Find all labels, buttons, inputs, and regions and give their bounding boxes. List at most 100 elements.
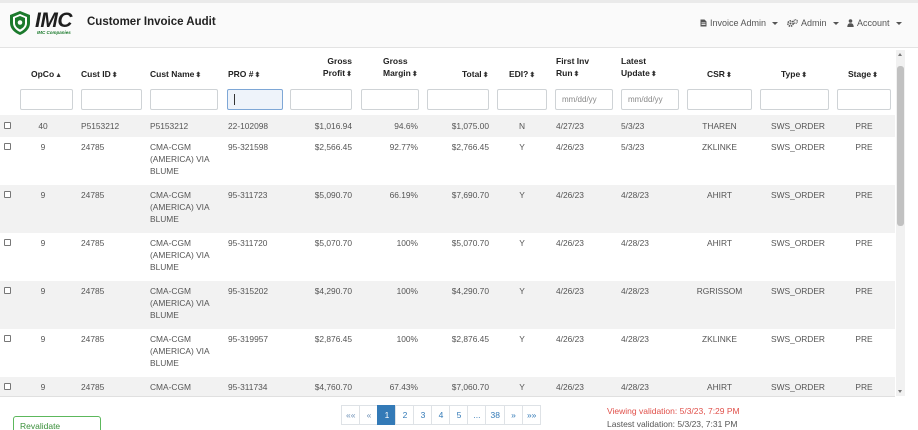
col-header-cust-name[interactable]: Cust Name⬍ (150, 68, 201, 82)
row-checkbox[interactable] (4, 239, 11, 246)
sort-icon: ⬍ (650, 71, 657, 78)
row-checkbox[interactable] (4, 335, 11, 342)
col-header-cust-id[interactable]: Cust ID⬍ (81, 68, 118, 82)
cell-gross-margin: 67.43% (389, 382, 418, 392)
cell-cust-id: P5153212 (81, 121, 120, 131)
cell-cust-id: 24785 (81, 286, 105, 296)
filter-gross-profit-input[interactable] (290, 89, 352, 110)
cell-cust-name: CMA-CGM (150, 334, 191, 344)
row-checkbox[interactable] (4, 287, 11, 294)
cell-stage: PRE (855, 121, 873, 131)
col-header-pro[interactable]: PRO #⬍ (228, 68, 260, 82)
cell-total: $2,876.45 (451, 334, 489, 344)
col-header-latest-update[interactable]: Latest Update⬍ (621, 55, 657, 81)
page-3-button[interactable]: 3 (413, 405, 433, 425)
filter-edi-input[interactable] (497, 89, 547, 110)
table-row[interactable]: 9 24785 CMA-CGM (AMERICA) VIA BLUME 95-3… (0, 281, 895, 329)
col-header-total[interactable]: Total⬍ (462, 68, 489, 82)
col-header-edi[interactable]: EDI?⬍ (509, 68, 535, 82)
sort-icon: ⬍ (346, 71, 352, 78)
col-header-first-inv-run[interactable]: First Inv Run⬍ (556, 55, 589, 81)
top-navbar: IMC IMC Companies Customer Invoice Audit… (0, 0, 918, 48)
row-checkbox[interactable] (4, 191, 11, 198)
cell-latest-update: 5/3/23 (621, 121, 645, 131)
cell-pro: 95-311720 (228, 238, 268, 248)
chevron-down-icon (772, 21, 779, 25)
scrollbar-thumb[interactable] (897, 66, 904, 226)
cell-type: SWS_ORDER (771, 190, 825, 200)
cell-opco: 9 (40, 334, 46, 344)
nav-admin[interactable]: Admin (787, 18, 839, 28)
table-row[interactable]: 9 24785 CMA-CGM 95-311734 $4,760.70 67.4… (0, 377, 895, 396)
col-header-type[interactable]: Type⬍ (781, 68, 807, 82)
table-row[interactable]: 9 24785 CMA-CGM (AMERICA) VIA BLUME 95-3… (0, 233, 895, 281)
page-1-button[interactable]: 1 (377, 405, 397, 425)
grid-scrollbar[interactable] (896, 50, 905, 396)
col-header-gross-profit[interactable]: Gross Profit⬍ (318, 55, 352, 81)
cell-latest-update: 4/28/23 (621, 190, 649, 200)
cell-cust-id: 24785 (81, 334, 105, 344)
nav-account[interactable]: Account (847, 18, 902, 28)
filter-latest-update-input[interactable]: mm/dd/yy (621, 89, 679, 110)
chevron-down-icon (832, 21, 839, 25)
filter-type-input[interactable] (760, 89, 829, 110)
cell-csr: AHIRT (707, 238, 732, 248)
cell-gross-profit: $1,016.94 (314, 121, 352, 131)
nav-invoice-admin[interactable]: Invoice Admin (700, 18, 779, 28)
filter-cust-name-input[interactable] (150, 89, 218, 110)
cell-cust-name: CMA-CGM (150, 190, 191, 200)
table-row[interactable]: 9 24785 CMA-CGM (AMERICA) VIA BLUME 95-3… (0, 137, 895, 185)
table-row[interactable]: 40 P5153212 P5153212 22-102098 $1,016.94… (0, 115, 895, 137)
page-last-button[interactable]: »» (521, 405, 542, 425)
company-logo[interactable]: IMC IMC Companies (8, 8, 78, 40)
cell-total: $2,766.45 (451, 142, 489, 152)
cell-gross-profit: $4,290.70 (314, 286, 352, 296)
col-header-stage[interactable]: Stage⬍ (848, 68, 878, 82)
cell-cust-name-line2: (AMERICA) VIA (150, 202, 210, 212)
cell-opco: 9 (40, 190, 46, 200)
row-checkbox[interactable] (4, 122, 11, 129)
cell-first-inv-run: 4/26/23 (556, 142, 584, 152)
filter-opco-input[interactable] (20, 89, 73, 110)
cell-csr: AHIRT (707, 190, 732, 200)
page-4-button[interactable]: 4 (431, 405, 451, 425)
table-row[interactable]: 9 24785 CMA-CGM (AMERICA) VIA BLUME 95-3… (0, 185, 895, 233)
filter-gross-margin-input[interactable] (361, 89, 419, 110)
page-first-button[interactable]: «« (341, 405, 361, 425)
page-5-button[interactable]: 5 (449, 405, 469, 425)
cell-gross-profit: $5,090.70 (314, 190, 352, 200)
page-next-button[interactable]: » (503, 405, 523, 425)
cell-cust-name-line3: BLUME (150, 358, 179, 368)
cell-cust-id: 24785 (81, 382, 105, 392)
filter-csr-input[interactable] (687, 89, 752, 110)
filter-stage-input[interactable] (837, 89, 891, 110)
cell-cust-id: 24785 (81, 142, 105, 152)
filter-cust-id-input[interactable] (81, 89, 142, 110)
cell-total: $7,690.70 (451, 190, 489, 200)
filter-pro-input[interactable] (227, 89, 283, 110)
page-2-button[interactable]: 2 (395, 405, 415, 425)
filter-total-input[interactable] (427, 89, 489, 110)
cell-total: $5,070.70 (451, 238, 489, 248)
sort-icon: ⬍ (872, 72, 879, 79)
cell-cust-name-line3: BLUME (150, 214, 179, 224)
row-checkbox[interactable] (4, 143, 11, 150)
page-38-button[interactable]: 38 (485, 405, 505, 425)
col-header-gross-margin[interactable]: Gross Margin⬍ (383, 55, 418, 81)
cell-csr: RGRISSOM (696, 286, 743, 296)
text-cursor (234, 94, 235, 105)
filter-first-inv-input[interactable]: mm/dd/yy (555, 89, 613, 110)
revalidate-selected-button[interactable]: Revalidate Selected (13, 416, 101, 430)
sort-icon: ⬍ (254, 72, 261, 79)
cell-type: SWS_ORDER (771, 382, 825, 392)
col-header-csr[interactable]: CSR⬍ (707, 68, 732, 82)
scroll-up-icon[interactable] (898, 53, 902, 56)
col-header-opco[interactable]: OpCo▲ (31, 68, 62, 82)
sort-icon: ⬍ (111, 72, 118, 79)
page-prev-button[interactable]: « (359, 405, 379, 425)
scroll-down-icon[interactable] (898, 390, 902, 393)
row-checkbox[interactable] (4, 383, 11, 390)
cell-opco: 9 (40, 142, 46, 152)
table-row[interactable]: 9 24785 CMA-CGM (AMERICA) VIA BLUME 95-3… (0, 329, 895, 377)
cell-cust-name-line3: BLUME (150, 310, 179, 320)
